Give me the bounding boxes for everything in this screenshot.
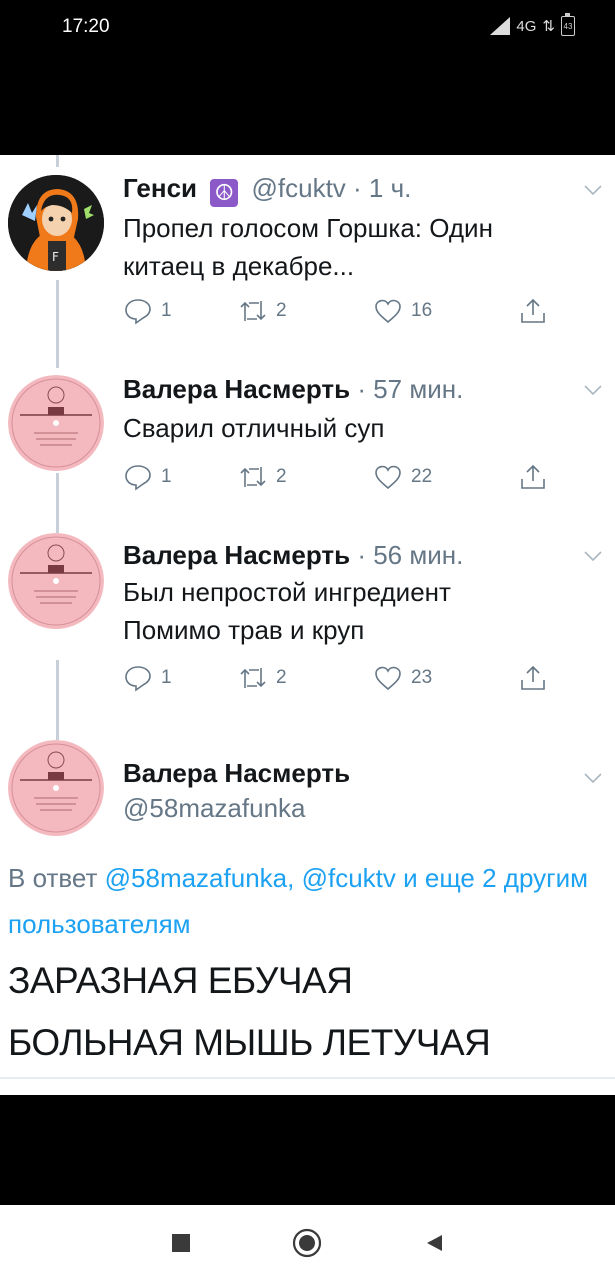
retweet-button[interactable]: 2 bbox=[238, 664, 287, 692]
avatar-illustration: F bbox=[8, 175, 104, 271]
svg-text:F: F bbox=[52, 250, 59, 264]
share-icon bbox=[521, 665, 545, 690]
nav-square-icon bbox=[172, 1234, 190, 1252]
thread-line bbox=[56, 660, 59, 740]
nav-back-icon bbox=[427, 1235, 442, 1251]
like-count: 23 bbox=[411, 667, 433, 688]
chevron-down-icon[interactable] bbox=[583, 383, 603, 397]
share-icon bbox=[521, 298, 545, 323]
retweet-count: 2 bbox=[276, 466, 287, 487]
share-button[interactable] bbox=[518, 463, 548, 491]
record-label-avatar bbox=[8, 740, 104, 836]
tweet-meta: @fcuktv · 1 ч. bbox=[251, 173, 412, 203]
battery-level: 43 bbox=[563, 21, 573, 31]
mention-separator: , bbox=[287, 863, 302, 893]
chevron-down-icon[interactable] bbox=[583, 549, 603, 563]
reply-count: 1 bbox=[161, 466, 172, 487]
avatar[interactable] bbox=[8, 533, 104, 629]
reply-count: 1 bbox=[161, 300, 172, 321]
like-icon bbox=[375, 465, 401, 490]
navigation-bar bbox=[0, 1205, 615, 1280]
tweet-text-line: Сварил отличный суп bbox=[123, 413, 385, 443]
share-icon bbox=[521, 464, 545, 489]
retweet-button[interactable]: 2 bbox=[238, 463, 287, 491]
author-handle[interactable]: @58mazafunka bbox=[123, 793, 306, 824]
share-button[interactable] bbox=[518, 664, 548, 692]
reply-icon bbox=[125, 666, 151, 692]
status-time: 17:20 bbox=[62, 16, 110, 37]
author-name[interactable]: Валера Насмерть bbox=[123, 758, 350, 788]
tweet-text: Пропел голосом Горшка: Один китаец в дек… bbox=[123, 209, 493, 285]
avatar[interactable]: F bbox=[8, 175, 104, 271]
peace-icon: ☮ bbox=[210, 179, 239, 207]
mention-link[interactable]: @58mazafunka bbox=[105, 863, 288, 893]
tweet-thread: F Генси ☮ @fcuktv · 1 ч. Пропел голосом … bbox=[0, 155, 615, 1095]
tweet-text: ЗАРАЗНАЯ ЕБУЧАЯ БОЛЬНАЯ МЫШЬ ЛЕТУЧАЯ bbox=[8, 950, 491, 1074]
like-button[interactable]: 22 bbox=[373, 463, 432, 491]
reply-button[interactable]: 1 bbox=[123, 664, 172, 692]
author-name[interactable]: Валера Насмерть bbox=[123, 540, 350, 570]
reply-icon bbox=[125, 299, 151, 325]
tweet-header: Валера Насмерть · 56 мин. bbox=[123, 540, 463, 571]
tweet-text: Сварил отличный суп bbox=[123, 409, 384, 447]
chevron-down-icon[interactable] bbox=[583, 771, 603, 785]
retweet-button[interactable]: 2 bbox=[238, 297, 287, 325]
avatar[interactable] bbox=[8, 740, 104, 836]
like-button[interactable]: 23 bbox=[373, 664, 432, 692]
thread-line bbox=[56, 473, 59, 533]
data-arrows-icon: ⇅ bbox=[542, 18, 555, 35]
retweet-count: 2 bbox=[276, 300, 287, 321]
tweet-text-line: Был непростой ингредиент bbox=[123, 577, 451, 607]
thread-line bbox=[56, 280, 59, 368]
record-label-avatar bbox=[8, 375, 104, 471]
reply-prefix: В ответ bbox=[8, 863, 105, 893]
retweet-icon bbox=[240, 668, 266, 688]
reply-button[interactable]: 1 bbox=[123, 463, 172, 491]
retweet-count: 2 bbox=[276, 667, 287, 688]
reply-button[interactable]: 1 bbox=[123, 297, 172, 325]
like-icon bbox=[375, 299, 401, 324]
mention-link[interactable]: @fcuktv bbox=[302, 863, 396, 893]
chevron-down-icon[interactable] bbox=[583, 183, 603, 197]
network-type: 4G bbox=[516, 17, 537, 35]
tweet-meta: · 56 мин. bbox=[350, 540, 464, 570]
record-label-avatar bbox=[8, 533, 104, 629]
like-button[interactable]: 16 bbox=[373, 297, 432, 325]
nav-home-icon bbox=[292, 1228, 322, 1258]
tweet-text-line: Помимо трав и круп bbox=[123, 615, 365, 645]
tweet-header: Валера Насмерть bbox=[123, 758, 350, 789]
author-name[interactable]: Валера Насмерть bbox=[123, 374, 350, 404]
tweet-text-line: Пропел голосом Горшка: Один bbox=[123, 213, 493, 243]
tweet-text-line: БОЛЬНАЯ МЫШЬ ЛЕТУЧАЯ bbox=[8, 1022, 491, 1063]
status-indicators: 4G ⇅ 43 bbox=[490, 13, 575, 36]
back-button[interactable] bbox=[418, 1227, 450, 1259]
like-count: 22 bbox=[411, 466, 433, 487]
tweet-text-line: ЗАРАЗНАЯ ЕБУЧАЯ bbox=[8, 960, 353, 1001]
retweet-icon bbox=[240, 467, 266, 487]
tweet-meta: · 57 мин. bbox=[350, 374, 464, 404]
tweet-actions: 1 2 16 bbox=[123, 297, 563, 329]
recents-button[interactable] bbox=[165, 1227, 197, 1259]
tweet-text: Был непростой ингредиент Помимо трав и к… bbox=[123, 573, 451, 649]
home-button[interactable] bbox=[291, 1227, 323, 1259]
like-count: 16 bbox=[411, 300, 433, 321]
battery-icon: 43 bbox=[561, 13, 575, 36]
reply-count: 1 bbox=[161, 667, 172, 688]
tweet-actions: 1 2 23 bbox=[123, 664, 563, 696]
avatar[interactable] bbox=[8, 375, 104, 471]
divider bbox=[0, 1077, 615, 1079]
share-button[interactable] bbox=[518, 297, 548, 325]
tweet-actions: 1 2 22 bbox=[123, 463, 563, 495]
tweet-header: Генси ☮ @fcuktv · 1 ч. bbox=[123, 173, 411, 207]
signal-icon bbox=[490, 17, 511, 35]
reply-icon bbox=[125, 465, 151, 491]
status-bar: 17:20 4G ⇅ 43 bbox=[0, 0, 615, 56]
thread-line bbox=[56, 155, 59, 167]
retweet-icon bbox=[240, 301, 266, 321]
tweet-text-line: китаец в декабре... bbox=[123, 251, 355, 281]
like-icon bbox=[375, 666, 401, 691]
author-name[interactable]: Генси bbox=[123, 173, 197, 203]
reply-context: В ответ @58mazafunka, @fcuktv и еще 2 др… bbox=[8, 855, 598, 947]
tweet-header: Валера Насмерть · 57 мин. bbox=[123, 374, 463, 405]
